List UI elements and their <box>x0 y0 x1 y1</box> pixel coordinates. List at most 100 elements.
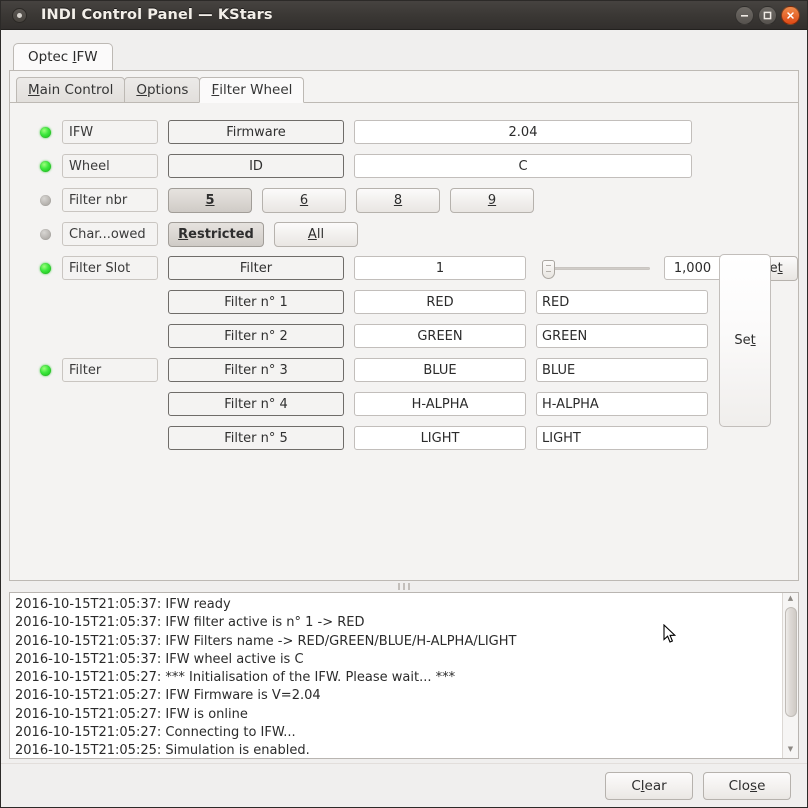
device-tab-bar: Optec IFW <box>1 39 807 70</box>
filter-5-value: LIGHT <box>354 426 526 450</box>
firmware-property-label: Firmware <box>168 120 344 144</box>
id-value: C <box>354 154 692 178</box>
window-title: INDI Control Panel — KStars <box>41 7 273 23</box>
clear-post: ear <box>644 777 667 794</box>
tab-filter-wheel-label: ilter Wheel <box>219 82 293 98</box>
char-allowed-restricted-accel: R <box>178 226 189 242</box>
row-filter-name-3: Filter Filter n° 3 BLUE <box>22 357 786 383</box>
window-controls <box>735 1 800 29</box>
tab-main-control-label: ain Control <box>39 82 114 98</box>
window-menu-icon[interactable] <box>12 7 27 23</box>
tab-main-control[interactable]: Main Control <box>16 77 126 103</box>
splitter-grip-icon <box>398 583 410 590</box>
scrollbar-track[interactable] <box>784 605 797 746</box>
tab-main-control-accel: M <box>28 82 40 98</box>
led-spacer-2 <box>40 331 51 342</box>
row-filter-slot: Filter Slot Filter 1 1,000 ▲ ▼ Set <box>22 255 798 281</box>
filter-nbr-option-9-label: 9 <box>487 192 497 208</box>
scroll-down-icon[interactable]: ▼ <box>788 746 793 756</box>
char-allowed-name: Char...owed <box>62 222 158 246</box>
char-allowed-option-all[interactable]: All <box>274 221 358 247</box>
row-firmware: IFW Firmware 2.04 <box>22 119 786 145</box>
scroll-up-icon[interactable]: ▲ <box>788 595 793 605</box>
slider-handle[interactable] <box>542 260 555 279</box>
filter-nbr-option-5[interactable]: 5 <box>168 187 252 213</box>
filter-1-input[interactable] <box>536 290 708 314</box>
led-spacer-1 <box>40 297 51 308</box>
firmware-value: 2.04 <box>354 120 692 144</box>
filter-nbr-name: Filter nbr <box>62 188 158 212</box>
filter-wheel-form: IFW Firmware 2.04 Wheel ID C Filter nbr … <box>10 103 798 643</box>
filter-names-name: Filter <box>62 358 158 382</box>
status-led-filter-names <box>40 364 51 376</box>
log-line: 2016-10-15T21:05:37: IFW wheel active is… <box>15 651 304 667</box>
led-spacer-5 <box>40 433 51 444</box>
clear-pre: C <box>631 777 641 794</box>
maximize-icon[interactable] <box>758 5 777 25</box>
log-scrollbar[interactable]: ▲ ▼ <box>782 593 798 758</box>
row-id: Wheel ID C <box>22 153 786 179</box>
status-led-filter-slot <box>40 262 51 274</box>
property-tab-bar: Main Control Options Filter Wheel <box>10 75 798 103</box>
filter-5-input[interactable] <box>536 426 708 450</box>
close-icon[interactable] <box>781 5 800 25</box>
status-led-id <box>40 160 51 172</box>
tab-filter-wheel[interactable]: Filter Wheel <box>199 77 305 103</box>
close-button[interactable]: Clo s e <box>703 771 791 800</box>
row-filter-nbr: Filter nbr 5 6 8 9 <box>22 187 786 213</box>
filter-slot-slider[interactable] <box>542 256 650 280</box>
filter-3-label: Filter n° 3 <box>168 358 344 382</box>
clear-button[interactable]: Cl ear <box>605 771 693 800</box>
filter-names-set-button[interactable]: Se t <box>719 254 771 427</box>
id-property-label: ID <box>168 154 344 178</box>
log-line: 2016-10-15T21:05:27: IFW is online <box>15 706 248 722</box>
scrollbar-thumb[interactable] <box>784 607 797 717</box>
log-line: 2016-10-15T21:05:27: IFW Firmware is V=2… <box>15 688 321 704</box>
log-line: 2016-10-15T21:05:27: *** Initialisation … <box>15 670 456 686</box>
filter-slot-value: 1 <box>354 256 526 280</box>
tab-options-label: ptions <box>146 82 189 98</box>
tab-options[interactable]: Options <box>124 77 201 103</box>
led-spacer-4 <box>40 399 51 410</box>
filter-2-label: Filter n° 2 <box>168 324 344 348</box>
id-device-name: Wheel <box>62 154 158 178</box>
log-console: 2016-10-15T21:05:37: IFW ready 2016-10-1… <box>9 592 799 759</box>
filter-nbr-option-9[interactable]: 9 <box>450 187 534 213</box>
device-tab-label: Optec IFW <box>28 49 98 65</box>
filter-nbr-option-6-label: 6 <box>299 192 309 208</box>
close-pre: Clo <box>728 777 751 794</box>
bottom-button-bar: Cl ear Clo s e <box>1 763 807 807</box>
filter-nbr-option-8-label: 8 <box>393 192 403 208</box>
device-tab-optec-ifw[interactable]: Optec IFW <box>13 43 113 70</box>
char-allowed-all-accel: A <box>307 226 317 242</box>
app-window: INDI Control Panel — KStars Optec IFW M … <box>0 0 808 808</box>
char-allowed-option-restricted[interactable]: Restricted <box>168 221 264 247</box>
filter-2-input[interactable] <box>536 324 708 348</box>
firmware-device-name: IFW <box>62 120 158 144</box>
filter-5-label: Filter n° 5 <box>168 426 344 450</box>
filter-slot-spin-value[interactable]: 1,000 <box>665 257 720 279</box>
status-led-firmware <box>40 126 51 138</box>
status-led-char-allowed <box>40 228 51 240</box>
filter-nbr-option-8[interactable]: 8 <box>356 187 440 213</box>
log-list[interactable]: 2016-10-15T21:05:37: IFW ready 2016-10-1… <box>10 593 782 758</box>
client-area: Optec IFW Main Control Options Filter Wh… <box>1 30 807 807</box>
tab-filter-wheel-accel: F <box>211 82 220 98</box>
filter-4-input[interactable] <box>536 392 708 416</box>
filter-nbr-option-6[interactable]: 6 <box>262 187 346 213</box>
filter-slot-property-label: Filter <box>168 256 344 280</box>
log-line: 2016-10-15T21:05:25: Simulation is enabl… <box>15 743 310 758</box>
row-filter-name-4: Filter n° 4 H-ALPHA <box>22 391 786 417</box>
log-line: 2016-10-15T21:05:37: IFW ready <box>15 597 231 612</box>
splitter-handle[interactable] <box>1 581 807 592</box>
filter-names-set-accel: t <box>750 333 756 348</box>
row-char-allowed: Char...owed Restricted All <box>22 221 786 247</box>
minimize-icon[interactable] <box>735 5 754 25</box>
close-post: e <box>757 777 766 794</box>
device-tab-accel: I <box>72 49 77 65</box>
row-filter-name-2: Filter n° 2 GREEN <box>22 323 786 349</box>
filter-1-value: RED <box>354 290 526 314</box>
filter-names-set-pre: Se <box>734 333 751 348</box>
char-allowed-restricted-label: estricted <box>188 226 254 242</box>
filter-3-input[interactable] <box>536 358 708 382</box>
